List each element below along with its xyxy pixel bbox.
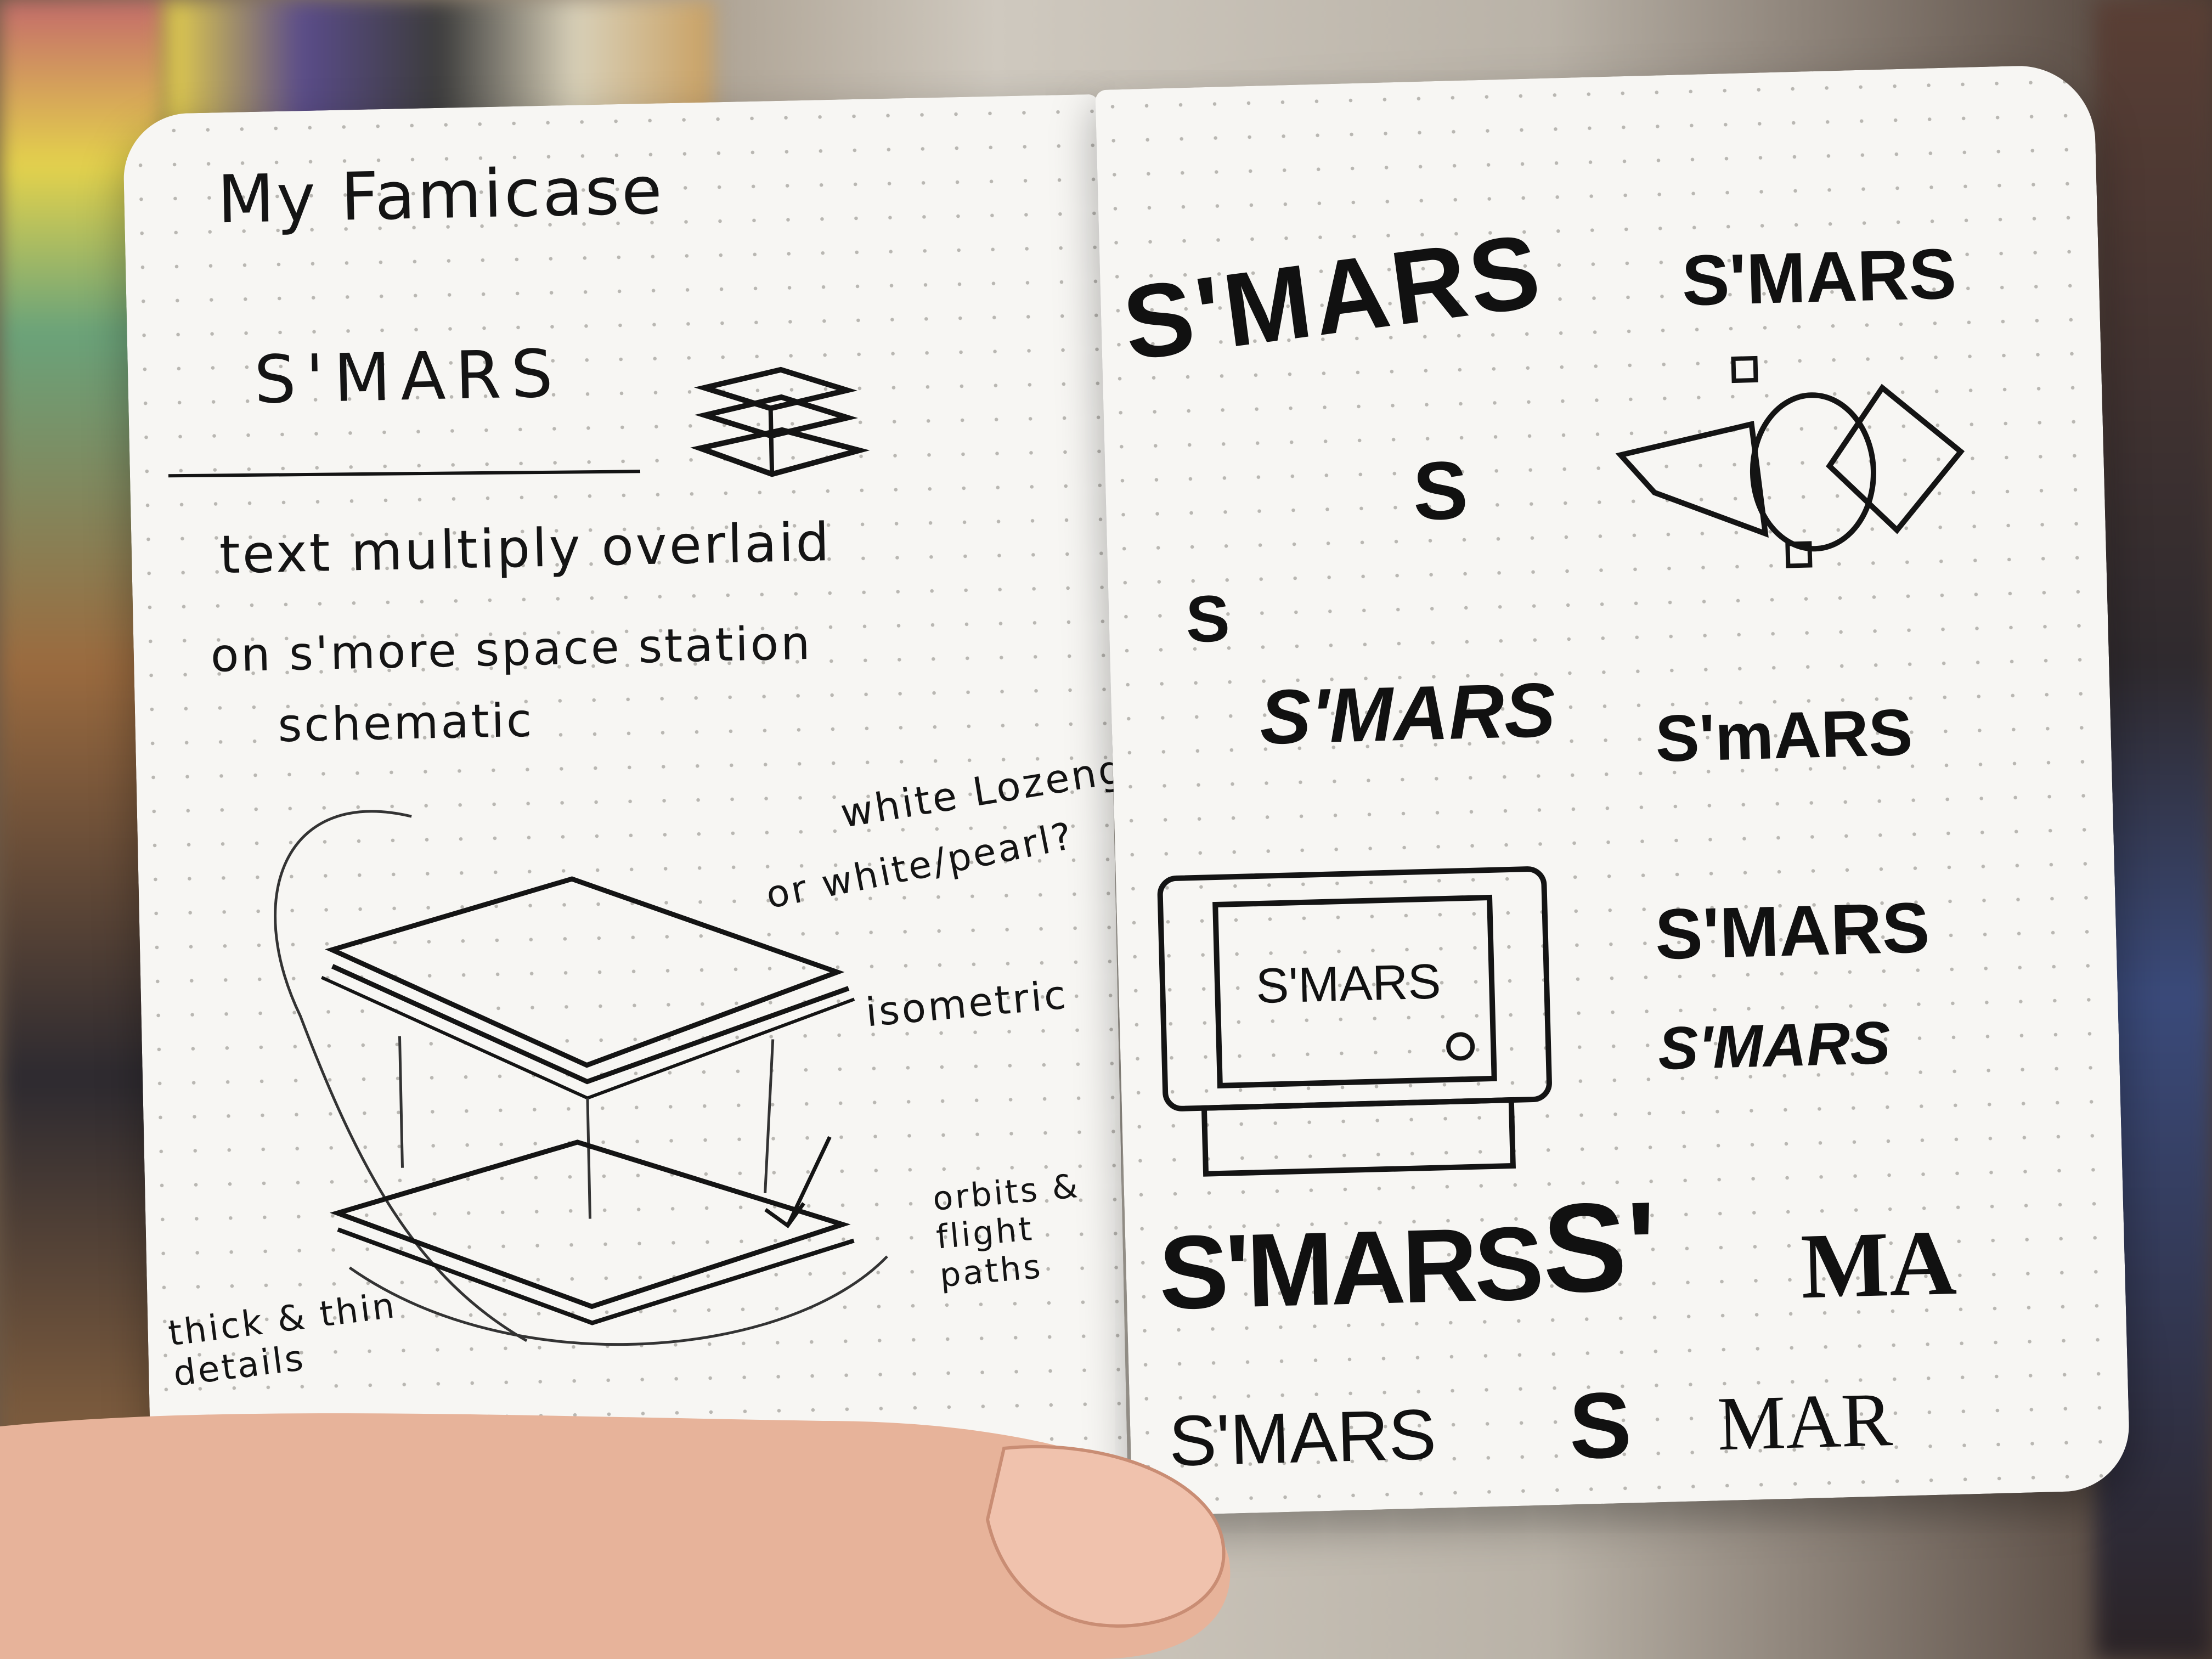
- notebook-right-page: S'MARS S'MARS S S S'MARS S'mARS S'MARS S…: [1095, 64, 2131, 1516]
- hand-thumb: [0, 1413, 1231, 1659]
- logo-sketch-text: S'MARS: [253, 336, 564, 419]
- annotation-orbits: orbits & flight paths: [931, 1166, 1082, 1295]
- logo-variant-2: S'MARS: [1680, 233, 1957, 321]
- notebook-left-page: My Famicase S'MARS text multiply overlai…: [122, 94, 1155, 1530]
- logo-variant-7: S'MARS: [1654, 887, 1931, 975]
- logo-variant-11: MA: [1799, 1210, 1958, 1318]
- famicase-cartridge-sketch: [1157, 866, 1552, 1177]
- page-title: My Famicase: [217, 153, 665, 239]
- logo-variant-9: S'MARS: [1158, 1205, 1542, 1331]
- space-station-logo-sketch: [1615, 356, 1965, 568]
- logo-variant-3: S: [1412, 443, 1469, 538]
- note-line-1: text multiply overlaid: [218, 511, 832, 586]
- cartridge-label: S'MARS: [1255, 954, 1442, 1014]
- logo-variant-1: S'MARS: [1116, 212, 1550, 383]
- logo-variant-5: S'MARS: [1259, 666, 1557, 760]
- logo-variant-13: S: [1567, 1373, 1633, 1479]
- logo-variant-14: MAR: [1716, 1377, 1894, 1467]
- logo-underline: [168, 470, 641, 478]
- smore-stack-icon: [690, 366, 870, 477]
- note-line-2: on s'more space station: [210, 616, 813, 682]
- note-line-3: schematic: [277, 693, 535, 753]
- logo-variant-4: S: [1184, 582, 1231, 657]
- logo-variant-10: S': [1541, 1175, 1659, 1319]
- logo-variant-6: S'mARS: [1654, 695, 1914, 776]
- photo-scene: My Famicase S'MARS text multiply overlai…: [0, 0, 2212, 1659]
- logo-variant-8: S'MARS: [1657, 1008, 1892, 1082]
